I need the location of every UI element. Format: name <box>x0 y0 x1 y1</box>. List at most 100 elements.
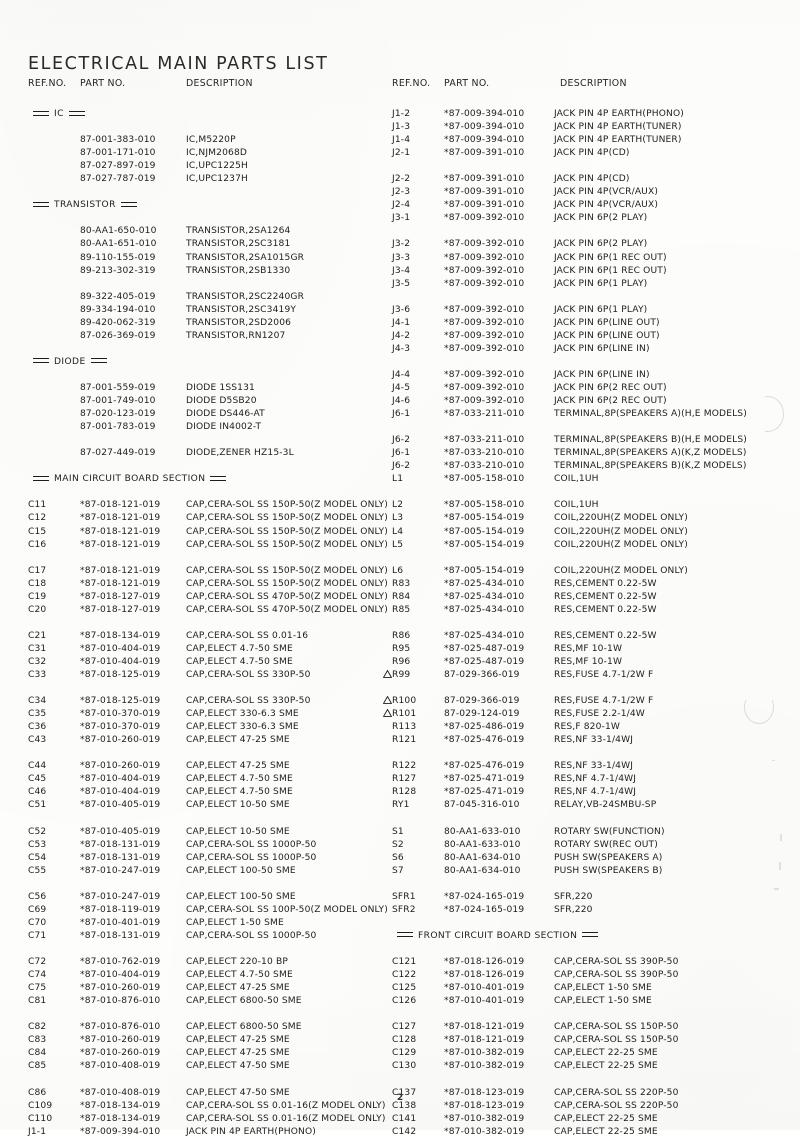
spacer-row <box>28 486 398 499</box>
cell-ref-no: C130 <box>392 1061 417 1072</box>
spacer-row <box>28 617 398 630</box>
cell-description: CAP,ELECT 47-25 SME <box>186 1035 290 1046</box>
cell-description: RES,NF 4.7-1/4WJ <box>554 774 637 785</box>
table-row: C126 *87-010-401-019 CAP,ELECT 1-50 SME <box>392 995 792 1008</box>
cell-part-no: *87-010-247-019 <box>80 865 161 876</box>
warning-triangle-icon <box>383 709 392 718</box>
cell-part-no: *87-018-127-019 <box>80 591 161 602</box>
cell-part-no: *87-024-165-019 <box>444 891 525 902</box>
cell-part-no: 87-027-449-019 <box>80 448 156 459</box>
table-row: C110 *87-018-134-019 CAP,CERA-SOL SS 0.01-… <box>28 1113 398 1126</box>
cell-description: IC,UPC1225H <box>186 161 249 172</box>
cell-ref-no: J4-4 <box>392 369 411 380</box>
table-row: S7 80-AA1-634-010 PUSH SW(SPEAKERS B) <box>392 865 792 878</box>
cell-ref-no: C56 <box>28 891 47 902</box>
cell-description: TERMINAL,8P(SPEAKERS A)(K,Z MODELS) <box>554 448 747 459</box>
cell-ref-no: R113 <box>392 722 417 733</box>
cell-part-no: 80-AA1-633-010 <box>444 826 521 837</box>
cell-ref-no: R121 <box>392 735 417 746</box>
cell-part-no: *87-018-121-019 <box>80 565 161 576</box>
cell-description: CAP,CERA-SOL SS 470P-50(Z MODEL ONLY) <box>186 591 388 602</box>
cell-description: TRANSISTOR,2SC3181 <box>186 239 291 250</box>
cell-description: DIODE 1SS131 <box>186 382 255 393</box>
cell-part-no: 87-029-124-019 <box>444 709 520 720</box>
table-row: J3-4 *87-009-392-010 JACK PIN 6P(1 REC OUT… <box>392 265 792 278</box>
cell-ref-no: S2 <box>392 839 404 850</box>
cell-description: CAP,CERA-SOL SS 0.01-16(Z MODEL ONLY) <box>186 1113 386 1124</box>
cell-description: CAP,CERA-SOL SS 1000P-50 <box>186 852 317 863</box>
cell-description: CAP,ELECT 22-25 SME <box>554 1061 658 1072</box>
cell-ref-no: J3-5 <box>392 278 411 289</box>
cell-description: COIL,220UH(Z MODEL ONLY) <box>554 526 688 537</box>
cell-part-no: *87-009-392-010 <box>444 278 525 289</box>
cell-part-no: 80-AA1-634-010 <box>444 852 521 863</box>
cell-ref-no: R127 <box>392 774 417 785</box>
cell-ref-no: L5 <box>392 539 404 550</box>
cell-description: JACK PIN 4P(VCR/AUX) <box>554 200 659 211</box>
cell-description: JACK PIN 6P(1 REC OUT) <box>554 265 667 276</box>
table-row: SFR2 *87-024-165-019 SFR,220 <box>392 904 792 917</box>
cell-ref-no: J4-5 <box>392 382 411 393</box>
cell-part-no: *87-010-401-019 <box>444 983 525 994</box>
cell-ref-no: C21 <box>28 630 47 641</box>
table-row: R127 *87-025-471-019 RES,NF 4.7-1/4WJ <box>392 773 792 786</box>
cell-description: JACK PIN 4P(CD) <box>554 174 630 185</box>
table-row: C127 *87-018-121-019 CAP,CERA-SOL SS 150P-… <box>392 1021 792 1034</box>
cell-part-no: *87-009-394-010 <box>444 122 525 133</box>
spacer-row <box>392 356 792 369</box>
cell-part-no: *87-018-121-019 <box>80 526 161 537</box>
cell-part-no: *87-018-121-019 <box>444 1035 525 1046</box>
table-row: L5 *87-005-154-019 COIL,220UH(Z MODEL ONLY… <box>392 539 792 552</box>
table-row: 87-020-123-019 DIODE DS446-AT <box>28 408 398 421</box>
table-row: 87-001-783-019 DIODE IN4002-T <box>28 421 398 434</box>
cell-part-no: *87-009-392-010 <box>444 304 525 315</box>
cell-description: JACK PIN 4P(VCR/AUX) <box>554 187 659 198</box>
cell-description: CAP,CERA-SOL SS 1000P-50 <box>186 839 317 850</box>
table-row: J6-1 *87-033-210-010 TERMINAL,8P(SPEAKERS … <box>392 447 792 460</box>
cell-ref-no: R96 <box>392 656 411 667</box>
cell-part-no: *87-009-391-010 <box>444 174 525 185</box>
table-row: J1-2 *87-009-394-010 JACK PIN 4P EARTH(PHO… <box>392 108 792 121</box>
cell-ref-no: C75 <box>28 983 47 994</box>
cell-part-no: *87-010-762-019 <box>80 957 161 968</box>
cell-ref-no: C84 <box>28 1048 47 1059</box>
spacer-row <box>392 291 792 304</box>
cell-ref-no: C15 <box>28 526 47 537</box>
cell-part-no: 87-027-897-019 <box>80 161 156 172</box>
cell-ref-no: S7 <box>392 865 404 876</box>
cell-ref-no: J6-1 <box>392 448 411 459</box>
cell-description: CAP,ELECT 22-25 SME <box>554 1048 658 1059</box>
cell-part-no: *87-010-260-019 <box>80 1048 161 1059</box>
cell-description: JACK PIN 4P EARTH(PHONO) <box>554 109 684 119</box>
table-row: 87-001-171-010 IC,NJM2068D <box>28 147 398 160</box>
cell-part-no: *87-018-134-019 <box>80 1113 161 1124</box>
cell-ref-no: R101 <box>392 709 417 720</box>
table-row: SFR1 *87-024-165-019 SFR,220 <box>392 891 792 904</box>
table-row: C141 *87-010-382-019 CAP,ELECT 22-25 SME <box>392 1113 792 1126</box>
cell-part-no: *87-009-392-010 <box>444 317 525 328</box>
cell-ref-no: J4-1 <box>392 317 411 328</box>
cell-ref-no: C110 <box>28 1113 53 1124</box>
cell-part-no: 80-AA1-634-010 <box>444 865 521 876</box>
cell-part-no: *87-033-211-010 <box>444 409 525 420</box>
table-row: R121 *87-025-476-019 RES,NF 33-1/4WJ <box>392 734 792 747</box>
cell-description: TRANSISTOR,RN1207 <box>186 330 286 341</box>
table-row: L3 *87-005-154-019 COIL,220UH(Z MODEL ONLY… <box>392 512 792 525</box>
cell-description: CAP,CERA-SOL SS 150P-50(Z MODEL ONLY) <box>186 539 388 550</box>
cell-description: DIODE,ZENER HZ15-3L <box>186 448 294 459</box>
cell-ref-no: C82 <box>28 1022 47 1033</box>
cell-ref-no: R86 <box>392 630 411 641</box>
table-row: 89-322-405-019 TRANSISTOR,2SC2240GR <box>28 291 398 304</box>
cell-part-no: *87-018-127-019 <box>80 604 161 615</box>
cell-ref-no: J1-4 <box>392 135 411 146</box>
cell-ref-no: J3-2 <box>392 239 411 250</box>
table-row: J4-6 *87-009-392-010 JACK PIN 6P(2 REC OUT… <box>392 395 792 408</box>
cell-part-no: *87-009-392-010 <box>444 239 525 250</box>
cell-part-no: 80-AA1-650-010 <box>80 226 157 237</box>
cell-description: CAP,ELECT 1-50 SME <box>186 917 284 928</box>
page-title: ELECTRICAL MAIN PARTS LIST <box>28 53 329 74</box>
cell-part-no: 89-322-405-019 <box>80 291 156 302</box>
cell-ref-no: J4-3 <box>392 343 411 354</box>
cell-description: CAP,ELECT 4.7-50 SME <box>186 656 293 667</box>
cell-ref-no: C54 <box>28 852 47 863</box>
